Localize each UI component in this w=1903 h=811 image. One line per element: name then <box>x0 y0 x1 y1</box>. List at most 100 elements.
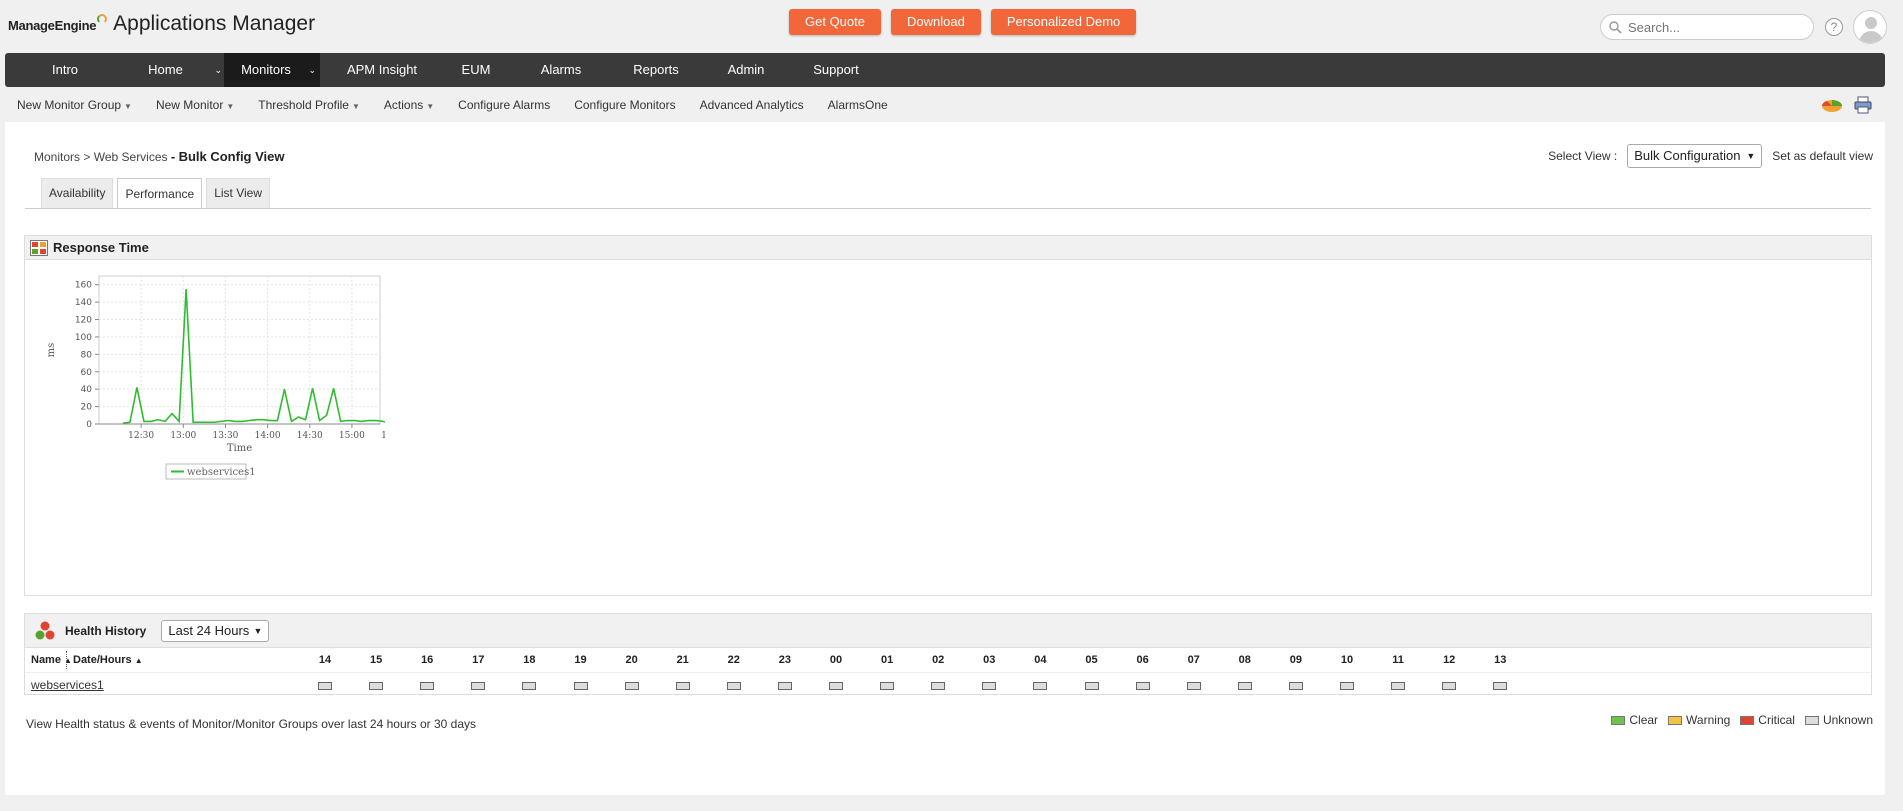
legend-clear: Clear <box>1611 713 1658 727</box>
y-tick-label: 140 <box>75 298 92 308</box>
status-unknown-icon[interactable] <box>1033 682 1048 690</box>
tab-availability[interactable]: Availability <box>41 178 114 208</box>
health-history-header: Health History Last 24 Hours ▼ <box>25 614 1871 648</box>
select-view-group: Select View : Bulk Configuration ▼ Set a… <box>1548 144 1873 168</box>
legend-label: Warning <box>1686 713 1731 727</box>
pie-chart-icon[interactable] <box>1821 96 1843 114</box>
avatar-body-icon <box>1859 31 1883 43</box>
health-columns-header: Name ▲ Date/Hours ▲ 14 15 16 17 18 19 20 21 22 23… <box>25 648 1871 673</box>
nav-reports[interactable]: Reports <box>614 53 698 87</box>
status-unknown-icon[interactable] <box>726 682 741 690</box>
new-monitor-group-menu[interactable]: New Monitor Group ▼ <box>17 98 132 112</box>
column-name-label: Name <box>31 654 61 666</box>
chevron-down-icon[interactable]: ⌄ <box>214 53 222 87</box>
status-unknown-icon[interactable] <box>471 682 486 690</box>
status-unknown-icon[interactable] <box>1084 682 1099 690</box>
monitor-link-webservices1[interactable]: webservices1 <box>31 674 104 696</box>
nav-support[interactable]: Support <box>794 53 878 87</box>
status-unknown-icon[interactable] <box>982 682 997 690</box>
status-unknown-icon[interactable] <box>880 682 895 690</box>
download-button[interactable]: Download <box>890 9 981 35</box>
page-title: Bulk Config View <box>178 149 285 164</box>
status-unknown-icon[interactable] <box>1340 682 1354 690</box>
hour-column-01: 01 <box>880 654 894 666</box>
app-logo[interactable]: ManageEngine Applications Manager <box>8 12 315 36</box>
status-unknown-icon[interactable] <box>1288 682 1303 690</box>
hour-column-12: 12 <box>1443 654 1456 666</box>
nav-alarms[interactable]: Alarms <box>508 53 614 87</box>
nav-intro[interactable]: Intro <box>42 53 88 87</box>
nav-apm-insight[interactable]: APM Insight <box>320 53 444 87</box>
set-default-view-link[interactable]: Set as default view <box>1772 149 1873 163</box>
status-unknown-icon[interactable] <box>829 682 843 690</box>
caret-down-icon: ▼ <box>226 102 235 111</box>
configure-alarms-link[interactable]: Configure Alarms <box>458 98 550 112</box>
select-view-value: Bulk Configuration <box>1634 148 1741 163</box>
status-unknown-icon[interactable] <box>1442 682 1457 690</box>
table-row: webservices1 <box>25 674 1871 696</box>
y-tick-label: 60 <box>81 368 93 378</box>
status-unknown-icon[interactable] <box>931 682 946 690</box>
nav-intro-label: Intro <box>51 62 78 77</box>
chevron-down-icon[interactable]: ⌄ <box>308 53 316 87</box>
nav-alarms-label: Alarms <box>540 62 582 77</box>
hour-column-22: 22 <box>727 654 740 666</box>
y-tick-label: 160 <box>75 281 92 291</box>
health-footnote: View Health status & events of Monitor/M… <box>26 717 476 731</box>
personalized-demo-button[interactable]: Personalized Demo <box>990 9 1137 35</box>
column-date-header[interactable]: Date/Hours ▲ <box>73 648 143 673</box>
actions-menu[interactable]: Actions ▼ <box>384 98 434 112</box>
health-status-icon <box>35 621 55 639</box>
nav-eum[interactable]: EUM <box>444 53 508 87</box>
status-unknown-icon[interactable] <box>624 682 639 690</box>
nav-monitors[interactable]: Monitors ⌄ <box>224 53 320 87</box>
threshold-profile-menu[interactable]: Threshold Profile ▼ <box>258 98 360 112</box>
status-unknown-icon[interactable] <box>1237 682 1252 690</box>
get-quote-button[interactable]: Get Quote <box>789 9 881 35</box>
search-input[interactable] <box>1628 19 1808 35</box>
status-unknown-icon[interactable] <box>1135 682 1150 690</box>
tab-performance[interactable]: Performance <box>117 178 203 209</box>
x-tick-label: 14:30 <box>297 431 323 441</box>
print-icon[interactable] <box>1853 96 1873 114</box>
status-unknown-icon[interactable] <box>318 682 332 690</box>
nav-admin[interactable]: Admin <box>698 53 794 87</box>
nav-home[interactable]: Home ⌄ <box>135 53 224 87</box>
legend-warning: Warning <box>1668 713 1730 727</box>
advanced-analytics-link[interactable]: Advanced Analytics <box>700 98 804 112</box>
status-unknown-icon[interactable] <box>1391 682 1406 690</box>
health-history-panel: Health History Last 24 Hours ▼ Name ▲ Da… <box>24 613 1872 695</box>
status-unknown-icon[interactable] <box>369 682 384 690</box>
logo-brand: ManageEngine <box>8 18 97 33</box>
status-unknown-icon[interactable] <box>1186 682 1201 690</box>
health-period-dropdown[interactable]: Last 24 Hours ▼ <box>161 619 270 642</box>
hour-column-09: 09 <box>1289 654 1303 666</box>
alarmsone-link[interactable]: AlarmsOne <box>828 98 888 112</box>
configure-monitors-link[interactable]: Configure Monitors <box>574 98 675 112</box>
search-box[interactable] <box>1600 14 1814 40</box>
status-unknown-icon[interactable] <box>1493 682 1508 690</box>
user-avatar[interactable] <box>1853 10 1887 44</box>
status-unknown-icon[interactable] <box>522 682 537 690</box>
breadcrumb-web-services-link[interactable]: Web Services <box>94 150 168 164</box>
help-icon[interactable]: ? <box>1825 18 1843 36</box>
hour-column-19: 19 <box>574 654 587 666</box>
x-tick-label: 13:30 <box>212 431 238 441</box>
select-view-dropdown[interactable]: Bulk Configuration ▼ <box>1627 144 1763 168</box>
status-unknown-icon[interactable] <box>675 682 690 690</box>
y-tick-label: 100 <box>75 333 92 343</box>
avatar-head-icon <box>1865 17 1877 29</box>
status-unknown-icon[interactable] <box>420 682 435 690</box>
tab-list-view[interactable]: List View <box>206 178 270 208</box>
response-time-header: Response Time <box>25 236 1871 260</box>
x-tick-label: 15:30 <box>381 431 385 441</box>
status-unknown-icon[interactable] <box>777 682 792 690</box>
y-tick-label: 20 <box>81 403 93 413</box>
header-cta-group: Get Quote Download Personalized Demo <box>789 9 1137 35</box>
status-unknown-icon[interactable] <box>573 682 588 690</box>
dashboard-grid-icon <box>30 239 48 256</box>
breadcrumb-monitors-link[interactable]: Monitors <box>34 150 80 164</box>
hour-column-23: 23 <box>778 654 792 666</box>
new-monitor-menu[interactable]: New Monitor ▼ <box>156 98 234 112</box>
legend-swatch-icon <box>1740 716 1755 726</box>
